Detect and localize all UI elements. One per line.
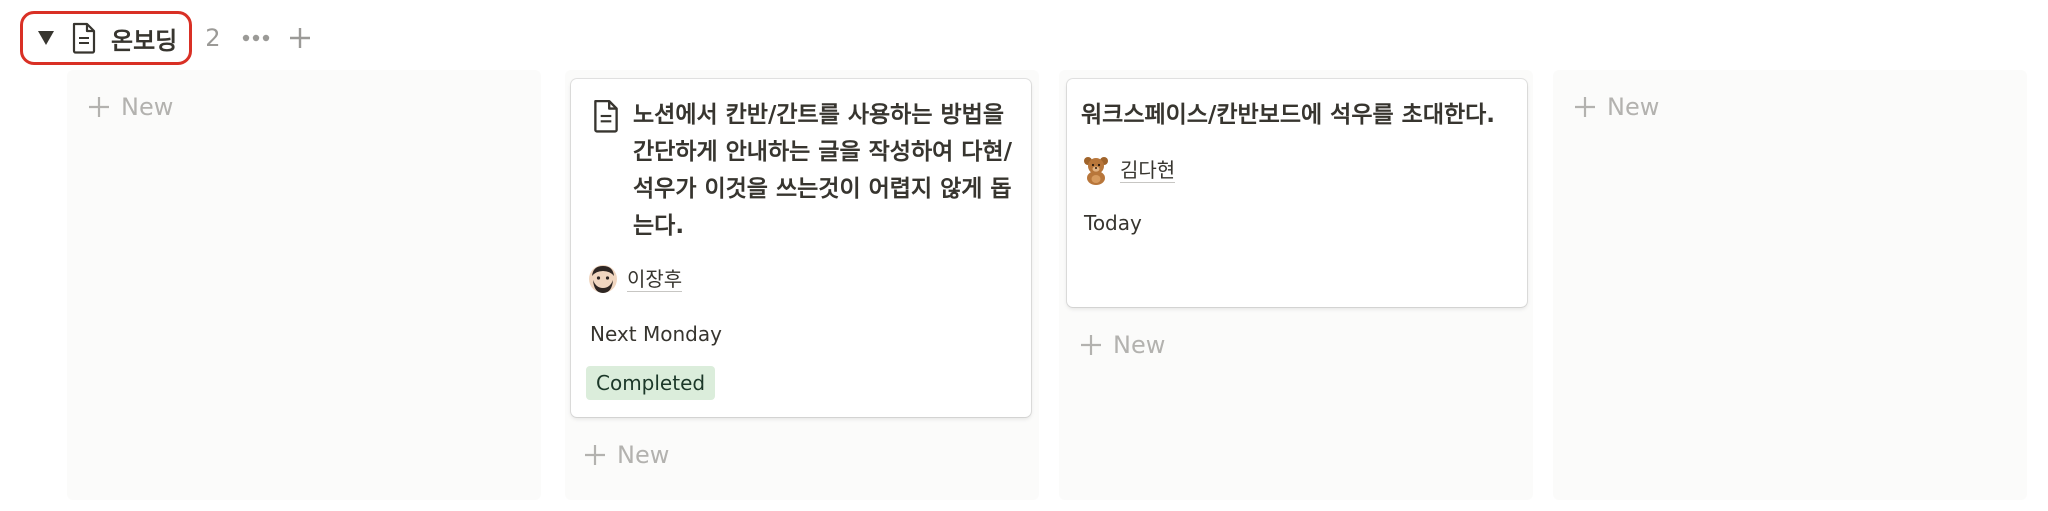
new-card-button[interactable]: New — [1573, 87, 1659, 127]
group-header: 온보딩 2 — [20, 11, 315, 65]
card-title-line: 는다. — [633, 213, 685, 239]
due-date: Next Monday — [590, 322, 722, 346]
assignee[interactable]: 김다현 — [1081, 153, 1176, 187]
new-card-button[interactable]: New — [583, 435, 669, 475]
card-title-line: 간단하게 안내하는 글을 작성하여 다현/ — [633, 139, 1012, 165]
new-card-label: New — [1607, 93, 1660, 121]
group-header-highlight[interactable]: 온보딩 — [20, 11, 193, 65]
triangle-down-icon[interactable] — [33, 25, 59, 51]
group-count: 2 — [205, 24, 221, 52]
new-card-button[interactable]: New — [87, 87, 173, 127]
group-title: 온보딩 — [111, 26, 178, 55]
board-card[interactable]: 노션에서 칸반/간트를 사용하는 방법을 간단하게 안내하는 글을 작성하여 다… — [571, 79, 1031, 417]
page-icon — [594, 99, 618, 133]
board-view: 온보딩 2 New 노션에서 칸반/간트를 사용하는 방법을 간단하게 안내하는… — [0, 0, 2048, 511]
due-date: Today — [1084, 211, 1142, 235]
plus-icon — [1573, 95, 1597, 119]
assignee-name: 이장후 — [627, 266, 683, 292]
board-column-1 — [67, 70, 541, 500]
plus-icon — [1079, 333, 1103, 357]
board-column-4 — [1553, 70, 2027, 500]
assignee-name: 김다현 — [1120, 157, 1176, 183]
new-card-label: New — [617, 441, 670, 469]
page-icon — [69, 21, 99, 55]
teddy-bear-icon — [1084, 157, 1108, 185]
status-badge[interactable]: Completed — [586, 366, 716, 400]
add-icon[interactable] — [285, 23, 315, 53]
new-card-label: New — [121, 93, 174, 121]
card-title-row: 노션에서 칸반/간트를 사용하는 방법을 간단하게 안내하는 글을 작성하여 다… — [591, 97, 1012, 245]
new-card-label: New — [1113, 331, 1166, 359]
card-title: 노션에서 칸반/간트를 사용하는 방법을 간단하게 안내하는 글을 작성하여 다… — [633, 97, 1012, 245]
man-avatar-icon — [589, 265, 617, 293]
card-title-line: 워크스페이스/칸반보드에 석우를 초대한다. — [1081, 102, 1496, 128]
card-title-row: 워크스페이스/칸반보드에 석우를 초대한다. — [1081, 97, 1495, 134]
board-card[interactable]: 워크스페이스/칸반보드에 석우를 초대한다. 김다현 Today — [1067, 79, 1527, 307]
new-card-button[interactable]: New — [1079, 325, 1165, 365]
plus-icon — [87, 95, 111, 119]
more-options-icon[interactable] — [241, 23, 271, 53]
plus-icon — [583, 443, 607, 467]
assignee[interactable]: 이장후 — [588, 262, 683, 296]
card-title: 워크스페이스/칸반보드에 석우를 초대한다. — [1081, 97, 1495, 134]
card-title-line: 석우가 이것을 쓰는것이 어렵지 않게 돕 — [633, 176, 1012, 202]
card-title-line: 노션에서 칸반/간트를 사용하는 방법을 — [633, 102, 1004, 128]
